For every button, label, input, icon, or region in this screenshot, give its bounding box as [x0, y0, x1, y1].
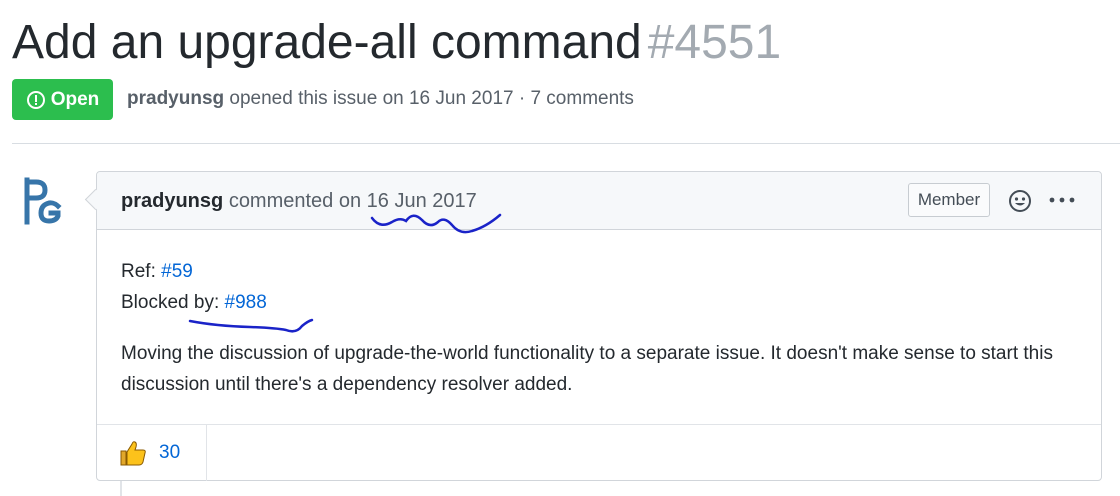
issue-state-label: Open — [50, 88, 100, 110]
reactions-bar: 30 — [97, 424, 1101, 481]
issue-number: #4551 — [647, 16, 782, 69]
comment-action: commented on — [228, 190, 362, 212]
timeline-line — [120, 480, 122, 496]
issue-opened-text: opened this issue on 16 Jun 2017 · 7 com… — [229, 88, 634, 109]
thumbs-up-count: 30 — [159, 442, 181, 463]
ref-issue-link[interactable]: #59 — [161, 261, 193, 282]
comment-date-link[interactable]: 16 Jun 2017 — [367, 190, 477, 212]
comment-body: Ref: #59 Blocked by: #988 Moving the dis… — [121, 256, 1077, 400]
blocked-line: Blocked by: #988 — [121, 287, 1077, 318]
member-role-label: Member — [908, 183, 990, 217]
issue-author-link[interactable]: pradyunsg — [127, 88, 224, 109]
comment-header-text: pradyunsg commented on 16 Jun 2017 — [121, 190, 477, 213]
thumbs-up-reaction-button[interactable]: 30 — [97, 425, 207, 481]
issue-meta: pradyunsg opened this issue on 16 Jun 20… — [127, 88, 634, 110]
comment-box: pradyunsg commented on 16 Jun 2017 Membe… — [96, 171, 1102, 481]
header-divider — [12, 143, 1120, 144]
ref-line: Ref: #59 — [121, 256, 1077, 287]
comment-header: pradyunsg commented on 16 Jun 2017 Membe… — [97, 172, 1101, 230]
blocked-label: Blocked by: — [121, 292, 220, 313]
comment-author-link[interactable]: pradyunsg — [121, 190, 223, 212]
add-reaction-icon[interactable] — [1008, 189, 1032, 213]
issue-opened-icon — [26, 90, 45, 109]
more-options-icon[interactable] — [1047, 187, 1077, 213]
comment-paragraph: Moving the discussion of upgrade-the-wor… — [121, 343, 1053, 395]
issue-state-badge: Open — [12, 79, 113, 120]
ref-label: Ref: — [121, 261, 156, 282]
blocked-issue-link[interactable]: #988 — [225, 292, 267, 313]
thumbs-up-icon — [120, 441, 146, 466]
avatar[interactable] — [22, 176, 64, 228]
issue-title: Add an upgrade-all command #4551 — [12, 14, 781, 72]
issue-title-text: Add an upgrade-all command — [12, 16, 642, 69]
